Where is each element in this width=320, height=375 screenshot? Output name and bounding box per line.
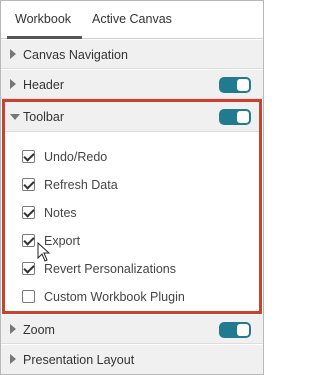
option-label: Custom Workbook Plugin [44, 290, 185, 304]
checkbox-checked[interactable] [22, 262, 35, 275]
section-zoom[interactable]: Zoom [1, 315, 263, 344]
toolbar-section-highlight: Toolbar Undo/Redo Refresh Data Notes Exp… [2, 99, 262, 314]
header-toggle[interactable] [219, 77, 251, 93]
toolbar-toggle[interactable] [219, 109, 251, 125]
tab-active-canvas[interactable]: Active Canvas [92, 12, 172, 26]
section-header[interactable]: Header [1, 70, 263, 99]
checkbox-checked[interactable] [22, 178, 35, 191]
section-toolbar[interactable]: Toolbar [5, 102, 259, 132]
section-label: Presentation Layout [23, 353, 135, 367]
chevron-down-icon [10, 114, 20, 120]
chevron-right-icon [10, 354, 16, 364]
option-label: Refresh Data [44, 178, 118, 192]
option-label: Revert Personalizations [44, 262, 177, 276]
option-label: Notes [44, 206, 77, 220]
checkbox-unchecked[interactable] [22, 290, 35, 303]
checkbox-checked[interactable] [22, 206, 35, 219]
option-label: Undo/Redo [44, 150, 108, 164]
section-presentation-layout[interactable]: Presentation Layout [1, 345, 263, 374]
chevron-right-icon [10, 79, 16, 89]
active-tab-indicator [7, 36, 82, 39]
checkbox-checked[interactable] [22, 150, 35, 163]
toggle-knob [237, 79, 249, 91]
zoom-toggle[interactable] [219, 322, 251, 338]
toggle-knob [237, 324, 249, 336]
tab-workbook[interactable]: Workbook [15, 12, 71, 26]
toggle-knob [237, 111, 249, 123]
mouse-pointer-icon [37, 242, 51, 262]
properties-panel: Workbook Active Canvas Canvas Navigation… [0, 0, 264, 375]
checkbox-checked[interactable] [22, 234, 35, 247]
section-label: Toolbar [23, 110, 64, 124]
tab-bar: Workbook Active Canvas [1, 1, 263, 39]
chevron-right-icon [10, 49, 16, 59]
section-label: Canvas Navigation [23, 48, 128, 62]
section-label: Zoom [23, 323, 55, 337]
chevron-right-icon [10, 324, 16, 334]
section-label: Header [23, 78, 64, 92]
section-canvas-navigation[interactable]: Canvas Navigation [1, 40, 263, 69]
